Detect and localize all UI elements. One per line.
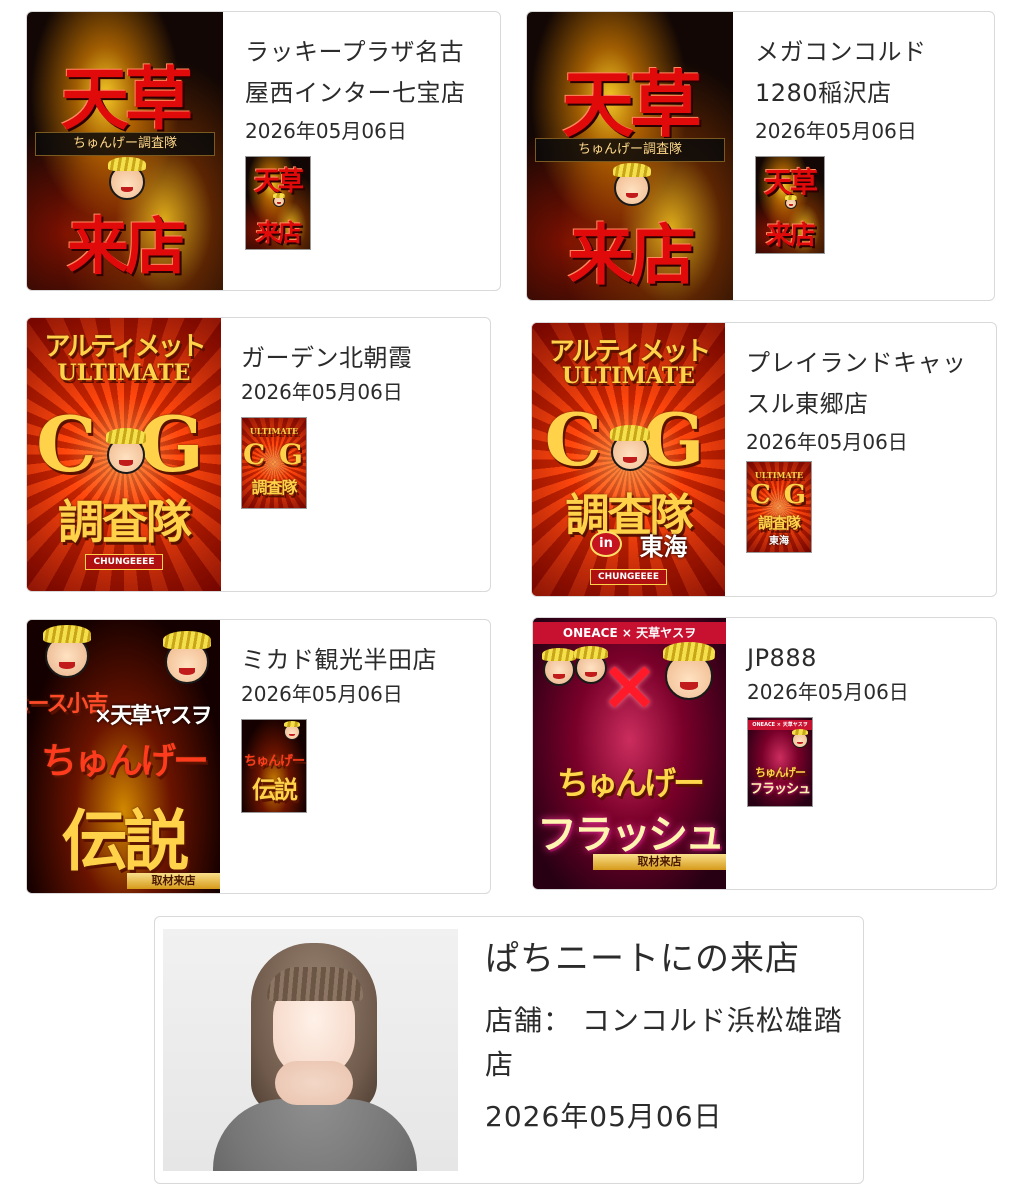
event-info: プレイランドキャッスル東郷店 2026年05月06日 ULTIMATE C G … — [746, 323, 996, 596]
thumb-cg-text: C G — [750, 480, 808, 510]
character-face-icon — [612, 163, 652, 206]
event-poster-image[interactable]: アルティメット ULTIMATE C G 調査隊 in 東海 CHUNGEEEE — [532, 323, 725, 596]
poster-flash-text: フラッシュ — [537, 812, 725, 858]
performer-sweater — [213, 1099, 417, 1171]
event-date: 2026年05月06日 — [241, 380, 403, 404]
thumb-title-text: ULTIMATE — [249, 426, 299, 436]
performer-photo[interactable] — [163, 929, 458, 1171]
character-face-icon — [105, 428, 147, 474]
event-card[interactable]: エース小吉 ×天草ヤスヲ ちゅんげー 伝説 取材来店 ミカド観光半田店 2026… — [26, 619, 491, 894]
poster-ribbon-text: 取材来店 — [593, 854, 726, 870]
store-name[interactable]: ラッキープラザ名古屋西インター七宝店 — [245, 32, 500, 114]
poster-thumbnail[interactable]: 天草 来店 — [245, 156, 311, 250]
character-face-icon — [609, 425, 651, 471]
poster-banner-text: ちゅんげー調査隊 — [34, 132, 216, 156]
performer-bangs — [267, 967, 363, 1001]
poster-thumbnail[interactable]: ULTIMATE C G 調査隊 東海 — [746, 461, 812, 553]
event-card[interactable]: 天草 ちゅんげー調査隊 来店 ラッキープラザ名古屋西インター七宝店 2026年0… — [26, 11, 501, 291]
poster-thumbnail[interactable]: 天草 来店 — [755, 156, 825, 254]
event-date: 2026年05月06日 — [241, 682, 403, 706]
event-info: メガコンコルド1280稲沢店 2026年05月06日 天草 来店 — [755, 12, 994, 300]
thumb-face-icon — [273, 193, 285, 207]
store-name[interactable]: プレイランドキャッスル東郷店 — [746, 343, 996, 425]
poster-in-text: in — [599, 536, 613, 551]
thumb-chungee-text: ちゅんげー — [243, 754, 305, 769]
event-card[interactable]: ONEACE × 天草ヤスヲ × ちゅんげー フラッシュ 取材来店 JP888 … — [532, 617, 997, 890]
thumb-subtitle-text: 来店 — [256, 218, 302, 247]
event-info: ラッキープラザ名古屋西インター七宝店 2026年05月06日 天草 来店 — [245, 12, 500, 290]
performer-store-label: 店舗： — [485, 1004, 573, 1037]
performer-store-line: 店舗： コンコルド浜松雄踏店 — [485, 999, 851, 1087]
event-poster-image[interactable]: 天草 ちゅんげー調査隊 来店 — [27, 12, 223, 290]
poster-densetsu-text: 伝説 — [61, 802, 190, 880]
thumb-title-text: ULTIMATE — [754, 470, 804, 480]
performer-card[interactable]: ぱちニートにの来店 店舗： コンコルド浜松雄踏店 2026年05月06日 — [154, 916, 864, 1184]
store-name[interactable]: JP888 — [747, 638, 996, 679]
poster-thumbnail[interactable]: ちゅんげー 伝説 — [241, 719, 307, 813]
poster-thumbnail[interactable]: ONEACE × 天草ヤスヲ ちゅんげー フラッシュ — [747, 717, 813, 807]
poster-subtitle-text: 来店 — [66, 210, 187, 283]
event-info: JP888 2026年05月06日 ONEACE × 天草ヤスヲ ちゅんげー フ… — [747, 618, 996, 889]
thumb-densetsu-text: 伝説 — [252, 775, 298, 804]
poster-title-text: ONEACE × 天草ヤスヲ — [533, 622, 726, 644]
character-face-icon — [43, 624, 91, 678]
performer-hands — [275, 1061, 353, 1105]
event-poster-image[interactable]: ONEACE × 天草ヤスヲ × ちゅんげー フラッシュ 取材来店 — [533, 618, 726, 889]
event-info: ミカド観光半田店 2026年05月06日 ちゅんげー 伝説 — [241, 620, 490, 893]
poster-thumbnail[interactable]: ULTIMATE C G 調査隊 — [241, 417, 307, 509]
store-name[interactable]: メガコンコルド1280稲沢店 — [755, 32, 994, 114]
thumb-team-text: 調査隊 — [251, 478, 297, 497]
thumb-cg-text: C G — [243, 438, 305, 471]
store-name[interactable]: ミカド観光半田店 — [241, 640, 490, 681]
character-face-icon — [574, 646, 608, 684]
poster-banner-text: ちゅんげー調査隊 — [535, 138, 725, 162]
store-name[interactable]: ガーデン北朝霞 — [241, 338, 490, 379]
performer-info: ぱちニートにの来店 店舗： コンコルド浜松雄踏店 2026年05月06日 — [485, 917, 851, 1139]
poster-en-title-text: ULTIMATE — [57, 360, 191, 386]
performer-title[interactable]: ぱちニートにの来店 — [485, 937, 851, 981]
event-date: 2026年05月06日 — [755, 119, 917, 143]
poster-team-text: 調査隊 — [58, 495, 192, 549]
thumb-flash-text: フラッシュ — [749, 782, 811, 797]
event-poster-image[interactable]: エース小吉 ×天草ヤスヲ ちゅんげー 伝説 取材来店 — [27, 620, 220, 893]
poster-title-text: 天草 — [561, 62, 702, 147]
character-face-icon — [542, 648, 576, 686]
event-info: ガーデン北朝霞 2026年05月06日 ULTIMATE C G 調査隊 — [241, 318, 490, 591]
event-poster-image[interactable]: アルティメット ULTIMATE C G 調査隊 CHUNGEEEE — [27, 318, 221, 591]
poster-title-text: 天草 — [60, 60, 193, 140]
poster-title-text: アルティメット — [44, 332, 206, 362]
poster-ribbon-text: 取材来店 — [127, 873, 220, 889]
event-date: 2026年05月06日 — [747, 680, 909, 704]
event-date: 2026年05月06日 — [245, 119, 407, 143]
poster-subtitle-text: 来店 — [568, 216, 696, 294]
character-face-icon — [163, 630, 211, 684]
poster-in-badge: in — [590, 531, 622, 557]
poster-subtitle-text: ×天草ヤスヲ — [93, 703, 212, 729]
poster-en-title-text: ULTIMATE — [562, 363, 695, 389]
thumb-team-text: 調査隊 — [757, 514, 801, 532]
thumb-face-icon — [283, 721, 301, 740]
performer-date: 2026年05月06日 — [485, 1100, 723, 1133]
thumb-face-icon — [791, 729, 809, 748]
character-face-icon — [662, 641, 716, 700]
thumb-area-text: 東海 — [769, 536, 789, 547]
event-card[interactable]: アルティメット ULTIMATE C G 調査隊 in 東海 CHUNGEEEE… — [531, 322, 997, 597]
event-date: 2026年05月06日 — [746, 430, 908, 454]
event-card[interactable]: アルティメット ULTIMATE C G 調査隊 CHUNGEEEE ガーデン北… — [26, 317, 491, 592]
event-card[interactable]: 天草 ちゅんげー調査隊 来店 メガコンコルド1280稲沢店 2026年05月06… — [526, 11, 995, 301]
thumb-face-icon — [785, 195, 797, 209]
poster-logo-chip: CHUNGEEEE — [589, 569, 668, 585]
character-face-icon — [107, 157, 147, 200]
poster-logo-chip: CHUNGEEEE — [85, 554, 163, 570]
poster-chungee-text: ちゅんげー — [40, 740, 209, 782]
event-poster-image[interactable]: 天草 ちゅんげー調査隊 来店 — [527, 12, 733, 300]
thumb-subtitle-text: 来店 — [765, 221, 816, 251]
poster-chungee-text: ちゅんげー — [556, 764, 705, 802]
